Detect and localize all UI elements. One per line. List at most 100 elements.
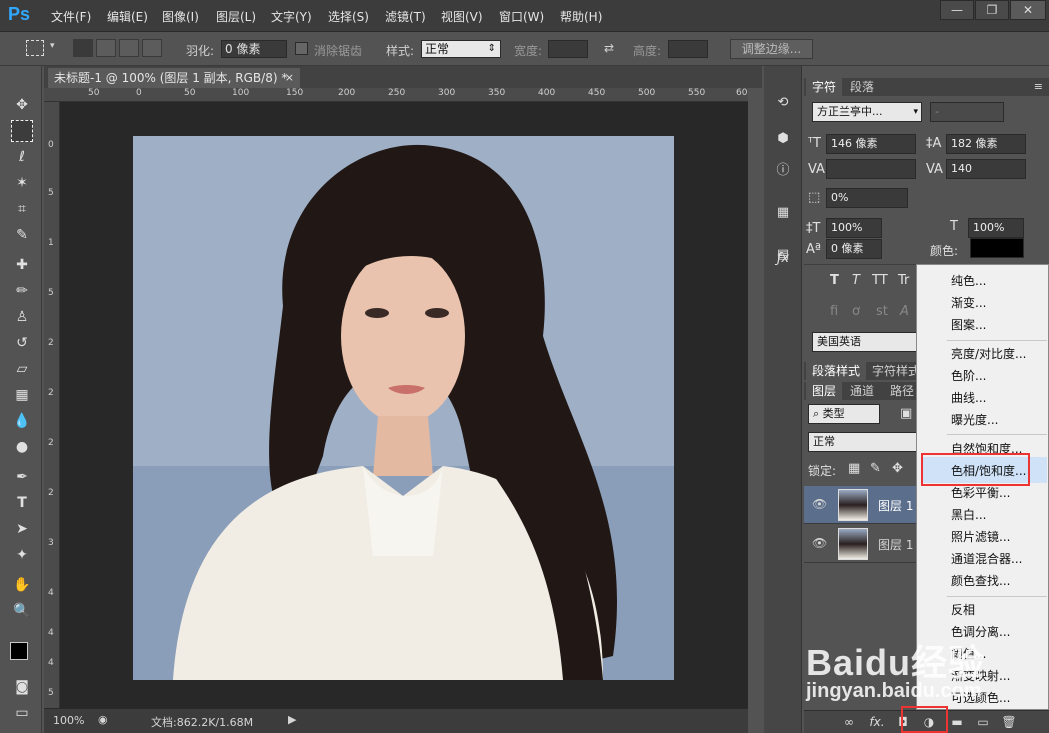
height-input[interactable] <box>668 40 708 58</box>
healing-brush-tool-icon[interactable]: ✚ <box>10 254 34 276</box>
menu-layer[interactable]: 图层(L) <box>216 8 256 25</box>
menu-help[interactable]: 帮助(H) <box>560 8 602 25</box>
blend-mode-select[interactable]: 正常 <box>808 432 918 452</box>
menu-item-channel-mixer[interactable]: 通道混合器... <box>951 548 1022 570</box>
foreground-color-swatch[interactable] <box>10 642 28 660</box>
ligature-button[interactable]: fi <box>830 304 838 319</box>
new-layer-icon[interactable]: ▭ <box>974 713 992 731</box>
shape-tool-icon[interactable]: ✦ <box>10 544 34 566</box>
tab-layers[interactable]: 图层 <box>806 382 843 400</box>
menu-item-brightness-contrast[interactable]: 亮度/对比度... <box>951 343 1027 365</box>
feather-input[interactable]: 0 像素 <box>221 40 287 58</box>
lock-position-icon[interactable]: ✥ <box>892 461 903 476</box>
font-family-select[interactable]: 方正兰亭中... ▾ <box>812 102 922 122</box>
menu-file[interactable]: 文件(F) <box>51 8 91 25</box>
menu-item-exposure[interactable]: 曝光度... <box>951 409 998 431</box>
brush-tool-icon[interactable]: ✏ <box>10 280 34 302</box>
menu-item-levels[interactable]: 色阶... <box>951 365 986 387</box>
blur-tool-icon[interactable]: 💧 <box>10 410 34 432</box>
swap-icon[interactable]: ⇄ <box>604 41 614 55</box>
refine-edge-button[interactable]: 调整边缘... <box>730 39 813 59</box>
subtract-selection-icon[interactable] <box>119 39 139 57</box>
font-style-select[interactable]: - <box>930 102 1004 122</box>
all-caps-button[interactable]: TT <box>872 273 888 288</box>
minimize-button[interactable]: — <box>940 0 974 20</box>
tracking-input[interactable]: 140 <box>946 159 1026 179</box>
status-menu-icon[interactable]: ◉ <box>98 713 108 726</box>
link-icon[interactable]: ∞ <box>840 713 858 731</box>
old-style-button[interactable]: ơ <box>852 304 860 319</box>
tab-channels[interactable]: 通道 <box>844 382 880 400</box>
menu-view[interactable]: 视图(V) <box>441 8 483 25</box>
layer-name[interactable]: 图层 1 <box>878 536 913 553</box>
magic-wand-tool-icon[interactable]: ✶ <box>10 172 34 194</box>
document-image[interactable] <box>133 136 674 680</box>
stylistic-button[interactable]: st <box>876 304 888 319</box>
gradient-tool-icon[interactable]: ▦ <box>10 384 34 406</box>
document-tab[interactable]: 未标题-1 @ 100% (图层 1 副本, RGB/8) * × <box>48 68 300 88</box>
menu-filter[interactable]: 滤镜(T) <box>385 8 426 25</box>
history-brush-tool-icon[interactable]: ↺ <box>10 332 34 354</box>
horizontal-scale-input[interactable]: 100% <box>968 218 1024 238</box>
add-selection-icon[interactable] <box>96 39 116 57</box>
text-color-swatch[interactable] <box>970 238 1024 258</box>
kerning-input[interactable] <box>826 159 916 179</box>
width-input[interactable] <box>548 40 588 58</box>
marquee-preset-icon[interactable] <box>26 40 44 56</box>
font-size-input[interactable]: 146 像素 <box>826 134 916 154</box>
menu-type[interactable]: 文字(Y) <box>271 8 312 25</box>
menu-item-curves[interactable]: 曲线... <box>951 387 986 409</box>
history-icon[interactable]: ⟲ <box>772 92 794 114</box>
new-selection-icon[interactable] <box>73 39 93 57</box>
antialias-checkbox[interactable] <box>295 42 308 55</box>
faux-bold-button[interactable]: T <box>830 273 839 288</box>
vertical-scale-input[interactable]: 100% <box>826 218 882 238</box>
menu-image[interactable]: 图像(I) <box>162 8 199 25</box>
layer-row[interactable]: 👁 图层 1 <box>804 525 917 563</box>
baseline-input[interactable]: 0 像素 <box>826 239 882 259</box>
dodge-tool-icon[interactable]: ● <box>10 436 34 458</box>
lasso-tool-icon[interactable]: ℓ <box>10 146 34 168</box>
hand-tool-icon[interactable]: ✋ <box>10 574 34 596</box>
menu-window[interactable]: 窗口(W) <box>499 8 544 25</box>
tab-paragraph[interactable]: 段落 <box>844 78 880 96</box>
screen-mode-icon[interactable]: ▭ <box>10 702 34 724</box>
style-select[interactable]: 正常 ⇕ <box>421 40 501 58</box>
panel-menu-icon[interactable]: ≡ <box>1034 80 1043 93</box>
lock-paint-icon[interactable]: ✎ <box>870 461 881 476</box>
image-filter-icon[interactable]: ▣ <box>900 406 912 421</box>
menu-item-photo-filter[interactable]: 照片滤镜... <box>951 526 1010 548</box>
vscale-input[interactable]: 0% <box>826 188 908 208</box>
marquee-tool-icon[interactable] <box>11 120 33 142</box>
close-tab-icon[interactable]: × <box>285 68 294 88</box>
swash-button[interactable]: A <box>900 304 909 319</box>
kind-filter-select[interactable]: ⌕ 类型 <box>808 404 880 424</box>
language-select[interactable]: 美国英语 <box>812 332 922 352</box>
menu-item-color-lookup[interactable]: 颜色查找... <box>951 570 1010 592</box>
small-caps-button[interactable]: Tr <box>898 273 909 288</box>
zoom-level[interactable]: 100% <box>53 714 84 727</box>
eyedropper-tool-icon[interactable]: ✎ <box>10 224 34 246</box>
crop-tool-icon[interactable]: ⌗ <box>10 198 34 220</box>
close-button[interactable]: ✕ <box>1010 0 1046 20</box>
menu-item-invert[interactable]: 反相 <box>951 599 975 621</box>
eye-icon[interactable]: 👁 <box>812 497 827 511</box>
menu-item-solid-color[interactable]: 纯色... <box>951 270 986 292</box>
fx-icon[interactable]: ƒx <box>772 248 794 270</box>
tab-paragraph-styles[interactable]: 段落样式 <box>806 362 867 380</box>
menu-item-black-white[interactable]: 黑白... <box>951 504 986 526</box>
menu-item-pattern[interactable]: 图案... <box>951 314 986 336</box>
zoom-tool-icon[interactable]: 🔍 <box>10 600 34 622</box>
maximize-button[interactable]: ❐ <box>975 0 1009 20</box>
quick-mask-icon[interactable]: ◙ <box>10 676 34 698</box>
play-arrow-icon[interactable]: ▶ <box>288 713 296 726</box>
path-selection-tool-icon[interactable]: ➤ <box>10 518 34 540</box>
intersect-selection-icon[interactable] <box>142 39 162 57</box>
menu-item-gradient[interactable]: 渐变... <box>951 292 986 314</box>
3d-cube-icon[interactable]: ⬢ <box>772 128 794 150</box>
pen-tool-icon[interactable]: ✒ <box>10 466 34 488</box>
eye-icon[interactable]: 👁 <box>812 536 827 550</box>
stamp-tool-icon[interactable]: ♙ <box>10 306 34 328</box>
chevron-down-icon[interactable]: ▾ <box>50 41 55 51</box>
lock-transparent-icon[interactable]: ▦ <box>848 461 860 476</box>
